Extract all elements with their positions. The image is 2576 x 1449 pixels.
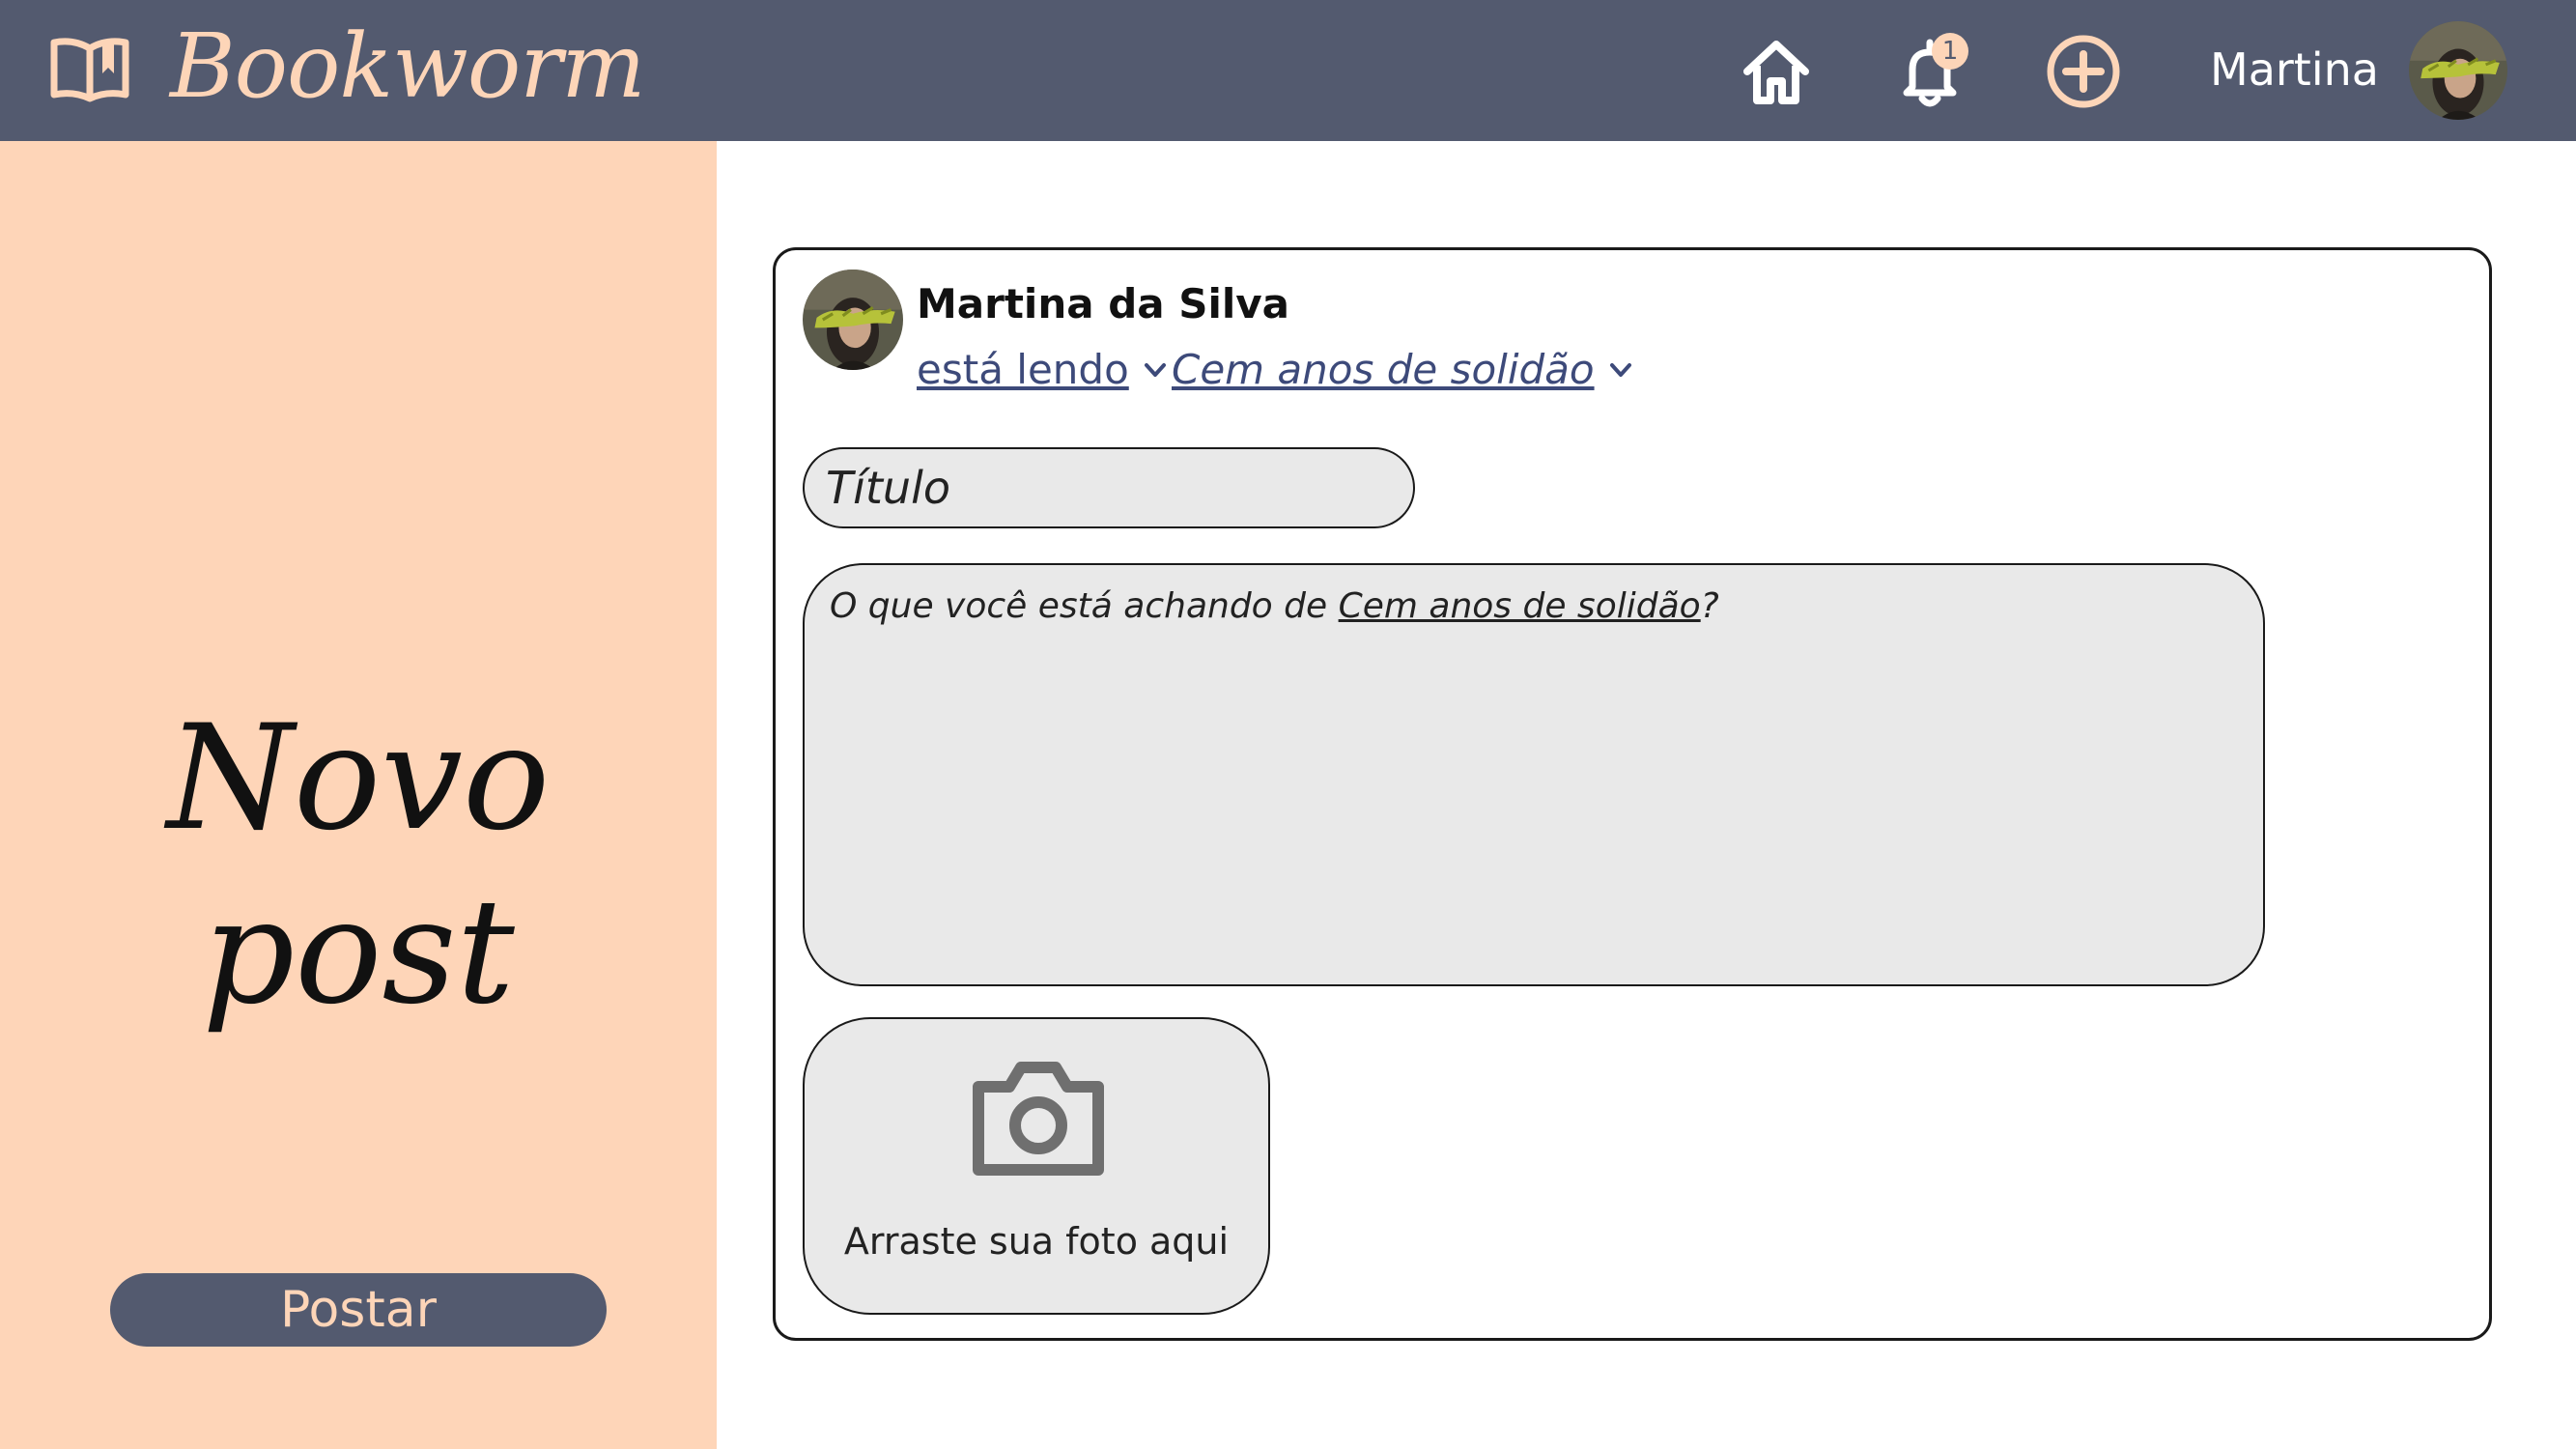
author-name: Martina da Silva [917,280,1289,327]
placeholder-text: O que você está achando de [830,586,1339,626]
post-composer-card: Martina da Silva está lendo Cem anos de … [773,247,2492,1341]
open-book-icon [50,38,129,102]
app-logo-text[interactable]: Bookworm [170,14,645,120]
user-avatar[interactable] [2409,21,2507,120]
title-input[interactable] [803,447,1415,528]
book-dropdown[interactable]: Cem anos de solidão [1172,343,1635,397]
user-name[interactable]: Martina [2210,41,2379,99]
home-button[interactable] [1738,33,1815,110]
reading-status-value: está lendo [917,346,1129,393]
reading-status-dropdown[interactable]: está lendo [917,343,1170,397]
camera-icon [973,1062,1104,1176]
author-avatar [803,270,903,370]
plus-circle-icon [2047,35,2120,108]
post-button[interactable]: Postar [110,1273,607,1347]
post-body-textarea[interactable]: O que você está achando de Cem anos de s… [803,563,2265,986]
book-value: Cem anos de solidão [1172,346,1595,393]
avatar-image [2409,21,2507,120]
body-placeholder: O que você está achando de Cem anos de s… [830,582,1719,631]
chevron-down-icon [1144,363,1166,377]
placeholder-book-link: Cem anos de solidão [1338,586,1701,626]
create-post-button[interactable] [2045,33,2122,110]
chevron-down-icon [1609,363,1631,377]
placeholder-suffix: ? [1700,586,1719,626]
top-navbar: Bookworm 1 Martina [0,0,2576,141]
sidebar: Novo post Postar [0,141,717,1449]
notification-count-badge: 1 [1932,33,1968,70]
notifications-button[interactable]: 1 [1891,33,1968,110]
photo-dropzone[interactable]: Arraste sua foto aqui [803,1017,1270,1315]
photo-dropzone-label: Arraste sua foto aqui [843,1220,1230,1263]
avatar-image [803,270,903,370]
home-icon [1743,41,1809,104]
page-title: Novo post [166,695,551,1037]
